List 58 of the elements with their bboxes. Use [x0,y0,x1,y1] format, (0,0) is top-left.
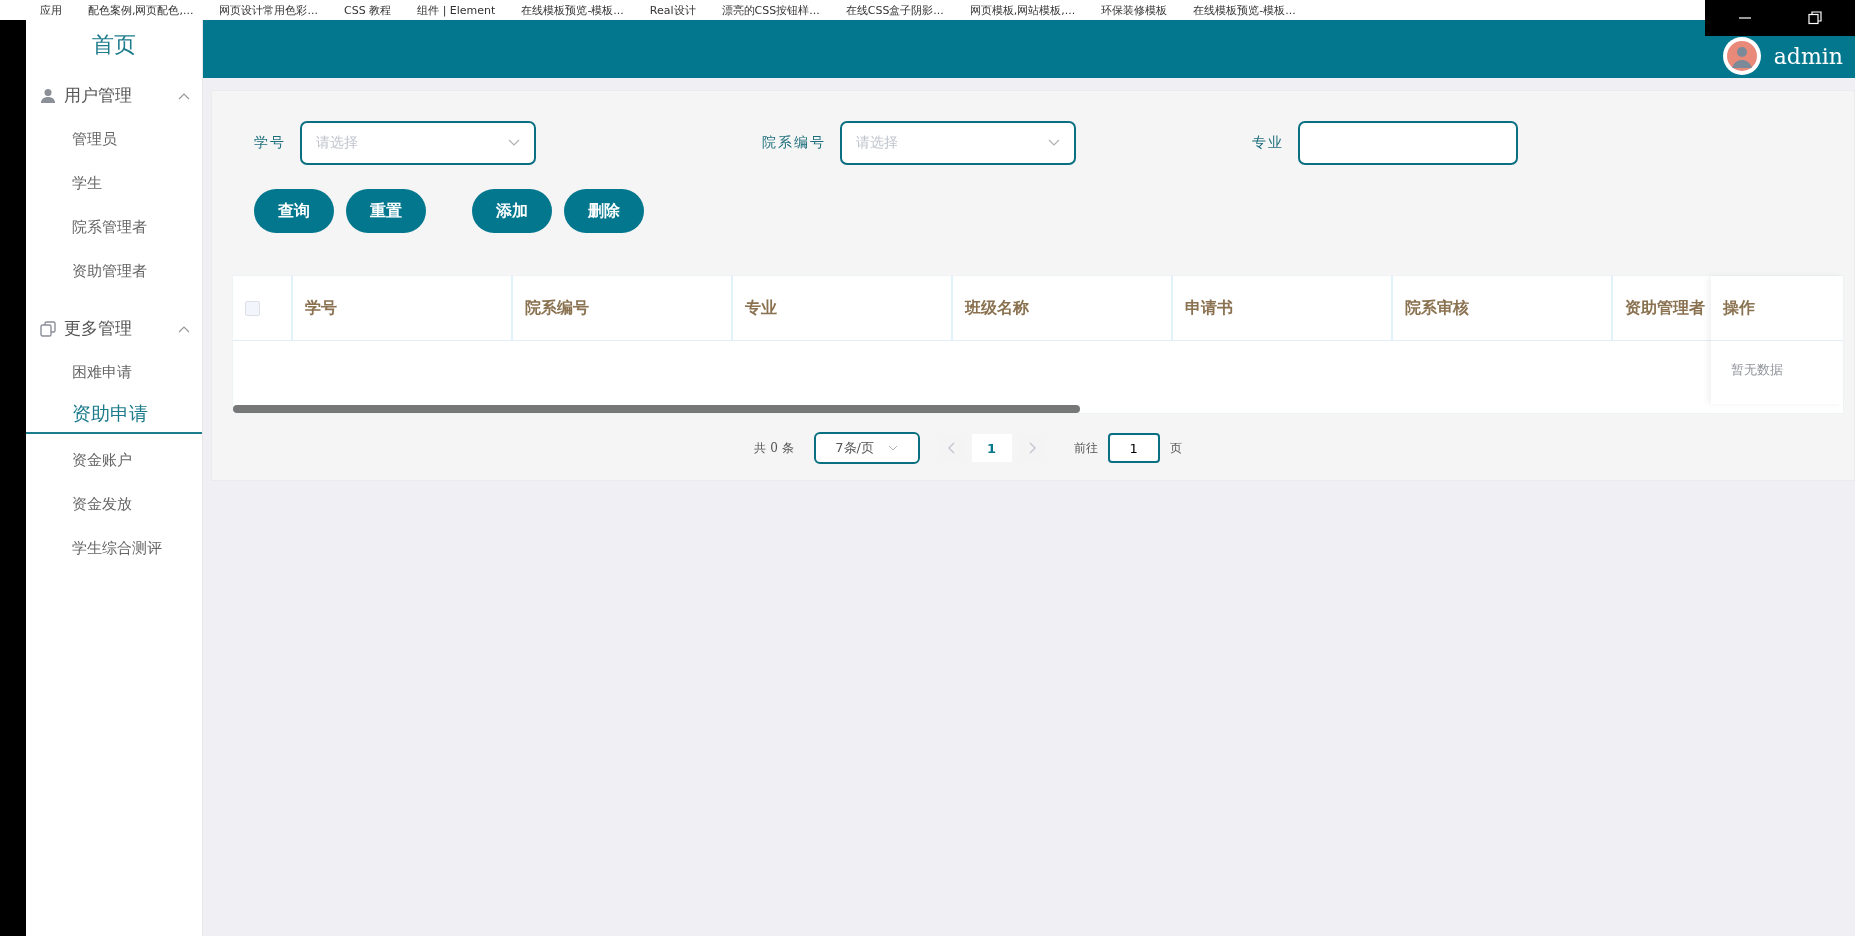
bookmark-link[interactable]: 在线模板预览-模板... [1193,2,1296,18]
column-header: 操作 [1711,276,1843,341]
caret-icon[interactable] [178,324,190,333]
column-header: 院系审核 [1393,276,1613,340]
menu-item[interactable]: 管理员 [26,117,202,161]
bookmark-link[interactable]: 在线模板预览-模板... [521,2,624,18]
column-header: 学号 [293,276,513,340]
column-header: 专业 [733,276,953,340]
bookmark-link[interactable]: 应用 [40,2,62,18]
chevron-down-icon[interactable] [508,139,520,147]
action-button[interactable]: 重置 [346,189,426,233]
menu-item[interactable]: 困难申请 [26,350,202,394]
bookmark-link[interactable]: Real设计 [649,2,696,18]
home-link[interactable]: 首页 [26,20,202,74]
chevron-down-icon[interactable] [1048,139,1060,147]
action-button[interactable]: 查询 [254,189,334,233]
input-field[interactable] [1298,121,1518,165]
action-button[interactable]: 添加 [472,189,552,233]
field-label: 专业 [1252,134,1284,152]
page-number[interactable]: 1 [971,434,1012,462]
copy-icon [40,320,56,337]
total-count: 共 0 条 [754,439,794,457]
column-header: 申请书 [1173,276,1393,340]
menu-group-title[interactable]: 更多管理 [64,317,170,340]
bookmark-link[interactable]: CSS 教程 [344,2,392,18]
menu-item[interactable]: 资金发放 [26,482,202,526]
chevron-down-icon[interactable] [887,445,898,451]
column-header: 院系编号 [513,276,733,340]
bookmark-link[interactable]: 配色案例,网页配色,... [88,2,194,18]
field-label: 院系编号 [762,134,826,152]
caret-icon[interactable] [178,91,190,100]
menu-group-title[interactable]: 用户管理 [64,84,170,107]
bookmark-link[interactable]: 网页模板,网站模板,... [969,2,1076,18]
column-header: 班级名称 [953,276,1173,340]
checkbox[interactable] [245,300,260,316]
menu-item[interactable]: 资助申请 [26,394,202,434]
empty-text: 暂无数据 [1730,361,1784,379]
action-button[interactable]: 删除 [564,189,644,233]
page-suffix: 页 [1169,439,1182,457]
avatar-icon[interactable] [1721,36,1762,76]
menu-item[interactable]: 学生综合测评 [26,526,202,570]
menu-item[interactable]: 资金账户 [26,438,202,482]
bookmark-link[interactable]: 环保装修模板 [1101,2,1168,18]
user-icon [40,87,56,104]
goto-label: 前往 [1073,439,1098,457]
menu-item[interactable]: 资助管理者 [26,249,202,293]
page-input[interactable]: 1 [1107,433,1160,463]
page-size-select[interactable]: 7条/页 [813,432,920,464]
bookmark-link[interactable]: 漂亮的CSS按钮样... [721,2,820,18]
bookmark-link[interactable]: 网页设计常用色彩... [219,2,318,18]
field-label: 学号 [254,134,286,152]
menu-item[interactable]: 学生 [26,161,202,205]
scrollbar[interactable] [233,405,1080,413]
restore-icon[interactable] [1808,11,1822,25]
user-name[interactable]: admin [1773,43,1843,69]
menu-item[interactable]: 院系管理者 [26,205,202,249]
bookmark-link[interactable]: 组件 | Element [417,2,496,18]
bookmark-link[interactable]: 在线CSS盒子阴影... [845,2,944,18]
